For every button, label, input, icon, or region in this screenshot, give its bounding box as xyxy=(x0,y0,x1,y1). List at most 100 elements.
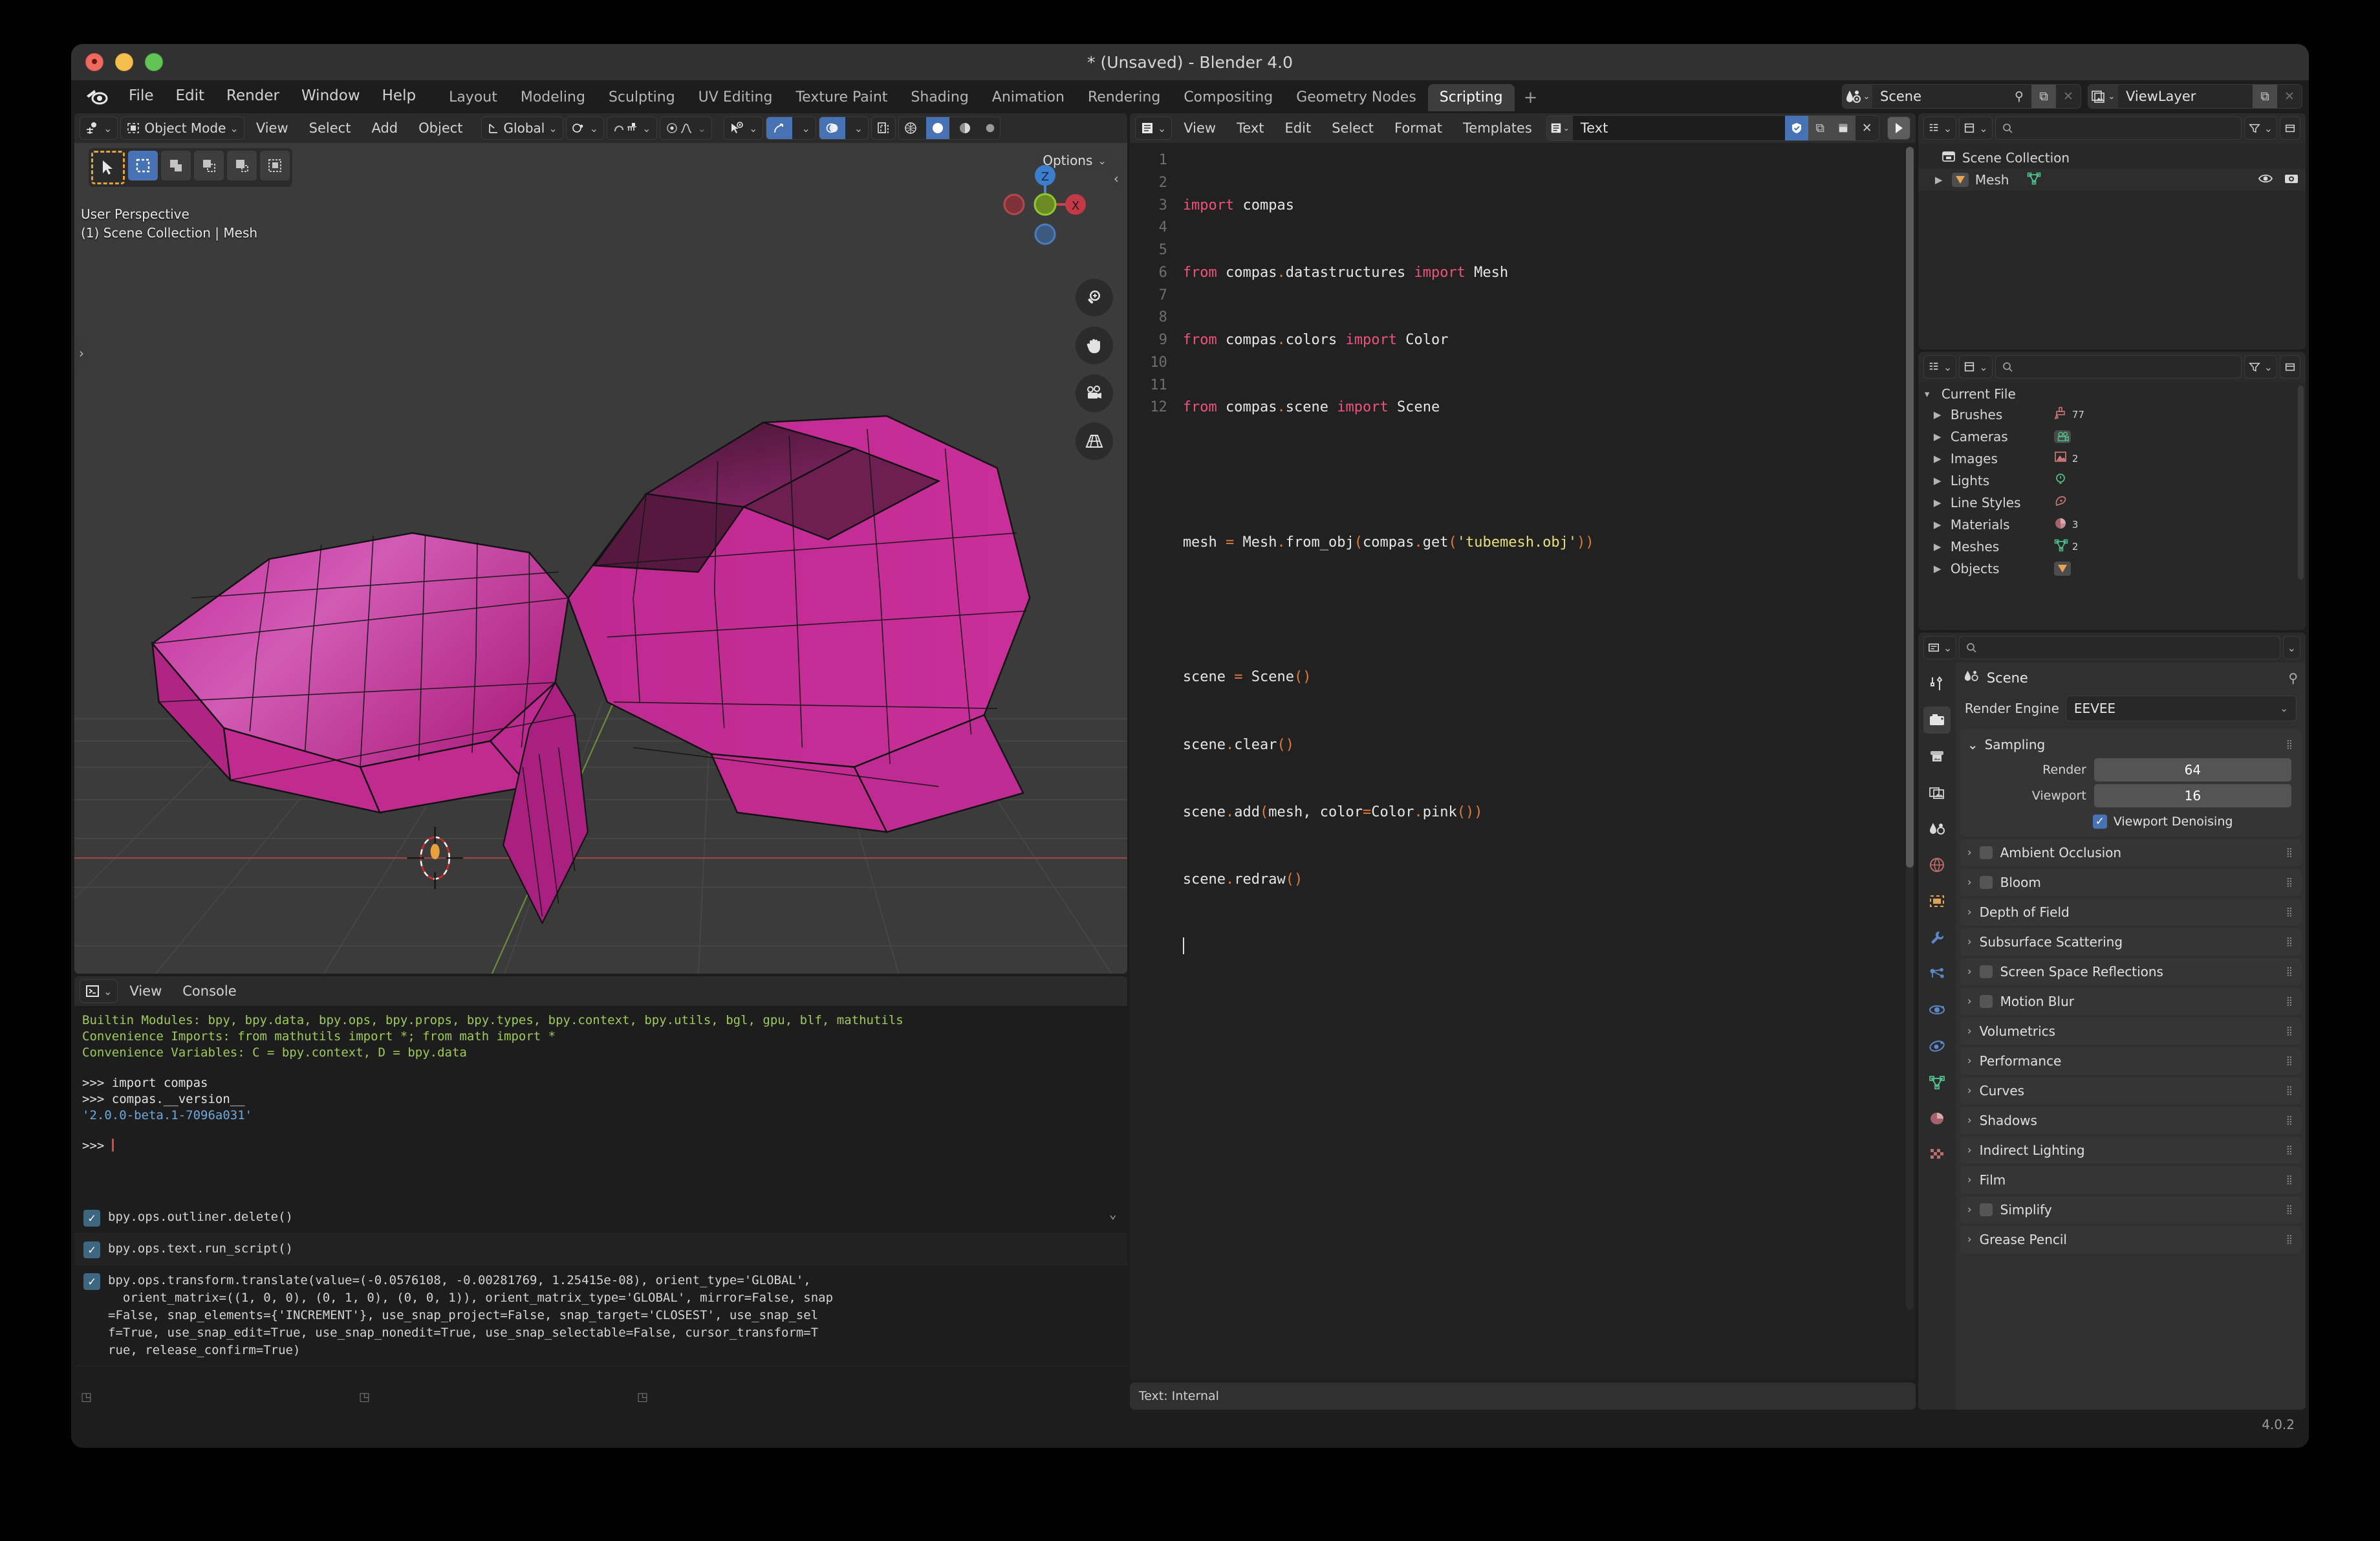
panel-subsurface-scattering[interactable]: › Subsurface Scattering ⣿ xyxy=(1960,928,2302,956)
scene-tab-icon[interactable] xyxy=(1923,815,1951,842)
tab-texture-paint[interactable]: Texture Paint xyxy=(784,84,899,111)
properties-search-input[interactable] xyxy=(1959,636,2280,659)
disclosure-triangle[interactable]: ▶ xyxy=(1934,409,1944,421)
camera-icon[interactable] xyxy=(1076,375,1113,412)
viewport-3d[interactable]: User Perspective (1) Scene Collection | … xyxy=(74,143,1127,974)
text-datablock-name[interactable]: Text xyxy=(1573,116,1785,140)
log-entry-checkbox[interactable]: ✓ xyxy=(83,1241,100,1258)
outliner-editor-type-selector[interactable]: ⌄ xyxy=(1923,116,1956,140)
tab-compositing[interactable]: Compositing xyxy=(1172,84,1284,111)
log-entry[interactable]: ✓ bpy.ops.transform.translate(value=(-0.… xyxy=(74,1265,1127,1366)
drag-corner-icon[interactable]: ◳ xyxy=(359,1390,637,1404)
editor-type-selector[interactable]: ⌄ xyxy=(80,116,118,140)
show-overlays-toggle[interactable]: ⌄ xyxy=(819,116,869,140)
properties-filter-button[interactable]: ⌄ xyxy=(2283,636,2300,659)
sidebar-toggle-right[interactable]: ‹ xyxy=(1109,162,1123,195)
drag-dots-icon[interactable]: ⣿ xyxy=(2286,996,2294,1007)
drag-dots-icon[interactable]: ⣿ xyxy=(2286,907,2294,917)
close-window-button[interactable] xyxy=(85,53,103,71)
select-intersect-tool-button[interactable] xyxy=(260,151,290,180)
panel-shadows[interactable]: › Shadows ⣿ xyxy=(1960,1107,2302,1134)
drag-dots-icon[interactable]: ⣿ xyxy=(2286,1234,2294,1245)
viewlayer-close-icon[interactable]: ✕ xyxy=(2277,85,2302,108)
select-invert-tool-button[interactable] xyxy=(227,151,257,180)
chevron-down-icon[interactable]: ⌄ xyxy=(1109,1206,1117,1221)
file-display-mode[interactable]: ⌄ xyxy=(1959,355,1992,378)
panel-bloom[interactable]: › Bloom ⣿ xyxy=(1960,869,2302,896)
add-workspace-button[interactable]: + xyxy=(1515,84,1547,111)
console-menu-view[interactable]: View xyxy=(120,983,171,999)
scene-name[interactable]: Scene xyxy=(1872,85,2007,108)
visibility-selectability-dropdown[interactable]: ⌄ xyxy=(724,116,763,140)
text-menu-templates[interactable]: Templates xyxy=(1454,120,1541,136)
text-menu-select[interactable]: Select xyxy=(1323,120,1383,136)
transform-orientation-dropdown[interactable]: Global ⌄ xyxy=(481,116,563,140)
drag-dots-icon[interactable]: ⣿ xyxy=(2286,967,2294,977)
drag-corner-icon[interactable]: ◳ xyxy=(637,1390,648,1404)
hand-icon[interactable] xyxy=(1076,327,1113,364)
text-menu-format[interactable]: Format xyxy=(1385,120,1451,136)
sampling-panel-header[interactable]: ⌄ Sampling ⣿ xyxy=(1960,733,2302,756)
new-text-icon[interactable]: ⧉ xyxy=(1808,116,1832,140)
tweak-tool-button[interactable] xyxy=(91,151,125,184)
navigation-gizmo[interactable]: Z X xyxy=(997,156,1094,253)
world-tab-icon[interactable] xyxy=(1923,851,1951,879)
drag-dots-icon[interactable]: ⣿ xyxy=(2286,847,2294,858)
interaction-mode-dropdown[interactable]: Object Mode ⌄ xyxy=(120,116,244,140)
file-row-brushes[interactable]: ▶ Brushes 77 xyxy=(1918,404,2306,426)
panel-curves[interactable]: › Curves ⣿ xyxy=(1960,1077,2302,1104)
panel-ambient-occlusion[interactable]: › Ambient Occlusion ⣿ xyxy=(1960,839,2302,866)
tab-sculpting[interactable]: Sculpting xyxy=(597,84,687,111)
disclosure-triangle[interactable]: ▶ xyxy=(1934,563,1944,574)
outliner-row-scene-collection[interactable]: Scene Collection xyxy=(1918,147,2306,169)
log-entry[interactable]: ✓ bpy.ops.outliner.delete() xyxy=(74,1202,1127,1234)
properties-editor-type-selector[interactable]: ⌄ xyxy=(1923,636,1956,659)
close-icon[interactable]: ✕ xyxy=(1855,116,1879,140)
select-subtract-tool-button[interactable] xyxy=(194,151,224,180)
outliner-filter-button[interactable]: ⌄ xyxy=(2244,116,2277,140)
drag-dots-icon[interactable]: ⣿ xyxy=(2286,1145,2294,1155)
show-gizmo-toggle[interactable]: ⌄ xyxy=(766,116,816,140)
eye-icon[interactable] xyxy=(2258,172,2273,188)
file-search-input[interactable] xyxy=(1995,355,2242,378)
info-log[interactable]: ⌄ ✓ bpy.ops.outliner.delete() ✓ bpy.ops.… xyxy=(74,1202,1127,1384)
code-area[interactable]: 1 2 3 4 5 6 7 8 9 10 11 12 import xyxy=(1130,143,1916,1380)
scene-selector[interactable]: ⌄ Scene ⚲ ⧉ ✕ xyxy=(1842,84,2081,109)
panel-checkbox[interactable] xyxy=(1980,995,1993,1008)
material-tab-icon[interactable] xyxy=(1923,1105,1951,1132)
modifier-tab-icon[interactable] xyxy=(1923,924,1951,951)
object-tab-icon[interactable] xyxy=(1923,888,1951,915)
text-menu-view[interactable]: View xyxy=(1174,120,1225,136)
tab-scripting[interactable]: Scripting xyxy=(1428,84,1515,111)
drag-dots-icon[interactable]: ⣿ xyxy=(2286,877,2294,888)
physics-tab-icon[interactable] xyxy=(1923,996,1951,1023)
shading-mode-group[interactable] xyxy=(898,116,1001,140)
panel-performance[interactable]: › Performance ⣿ xyxy=(1960,1047,2302,1075)
panel-checkbox[interactable] xyxy=(1980,876,1993,889)
unlink-icon[interactable] xyxy=(1832,116,1855,140)
proportional-edit-toggle[interactable]: ⌄ xyxy=(660,116,712,140)
pin-icon[interactable]: ⚲ xyxy=(2288,670,2298,686)
camera-icon[interactable] xyxy=(2284,172,2299,188)
new-viewlayer-icon[interactable]: ⧉ xyxy=(2253,85,2277,108)
select-box-tool-button[interactable] xyxy=(128,151,158,180)
render-engine-dropdown[interactable]: EEVEE ⌄ xyxy=(2066,695,2297,721)
drag-dots-icon[interactable]: ⣿ xyxy=(2286,739,2294,750)
outliner-tree[interactable]: Scene Collection ▶ Mesh xyxy=(1918,143,2306,349)
tab-uv-editing[interactable]: UV Editing xyxy=(687,84,784,111)
panel-depth-of-field[interactable]: › Depth of Field ⣿ xyxy=(1960,899,2302,926)
file-row-images[interactable]: ▶ Images 2 xyxy=(1918,448,2306,470)
menu-file[interactable]: File xyxy=(118,80,165,111)
minimize-window-button[interactable] xyxy=(115,53,133,71)
drag-dots-icon[interactable]: ⣿ xyxy=(2286,1056,2294,1066)
log-entry-checkbox[interactable]: ✓ xyxy=(83,1273,100,1290)
tab-modeling[interactable]: Modeling xyxy=(509,84,597,111)
drag-dots-icon[interactable]: ⣿ xyxy=(2286,1026,2294,1036)
data-tab-icon[interactable] xyxy=(1923,1069,1951,1096)
file-filter-button[interactable]: ⌄ xyxy=(2244,355,2277,378)
disclosure-triangle[interactable]: ▶ xyxy=(1934,497,1944,508)
disclosure-triangle[interactable]: ▾ xyxy=(1925,388,1935,400)
drag-dots-icon[interactable]: ⣿ xyxy=(2286,1175,2294,1185)
disclosure-triangle[interactable]: ▶ xyxy=(1935,174,1945,186)
panel-checkbox[interactable] xyxy=(1980,846,1993,859)
